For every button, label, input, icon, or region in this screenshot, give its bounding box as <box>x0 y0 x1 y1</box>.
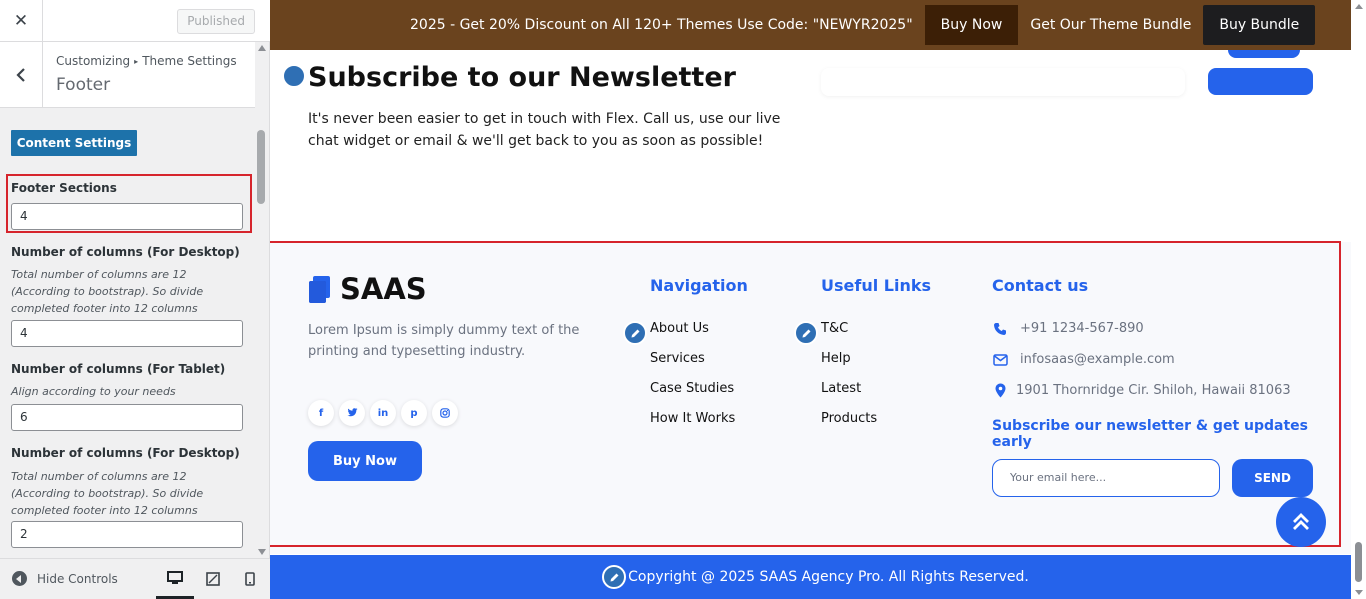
footer-buy-now-button[interactable]: Buy Now <box>308 441 422 481</box>
published-button[interactable]: Published <box>177 9 255 34</box>
contact-phone: +91 1234-567-890 <box>992 321 1144 336</box>
send-button[interactable]: SEND <box>1232 459 1313 497</box>
customizer-sidebar: ✕ Published Customizing ▸ Theme Settings F… <box>0 0 270 599</box>
hide-controls-label: Hide Controls <box>37 571 118 586</box>
field-description: Align according to your needs <box>11 385 176 398</box>
contact-address-text: 1901 Thornridge Cir. Shiloh, Hawaii 8106… <box>1016 383 1291 398</box>
field-label: Number of columns (For Desktop) <box>11 446 240 460</box>
instagram-icon[interactable] <box>432 400 458 426</box>
desktop-icon[interactable] <box>156 559 194 599</box>
tablet-icon[interactable] <box>194 559 232 599</box>
scroll-down-icon[interactable] <box>1355 590 1363 595</box>
scroll-up-icon[interactable] <box>258 45 266 51</box>
edit-pencil-icon[interactable] <box>602 565 627 589</box>
field-description: Total number of columns are 12 (Accordin… <box>11 268 204 315</box>
useful-link-help[interactable]: Help <box>821 351 851 366</box>
contact-address: 1901 Thornridge Cir. Shiloh, Hawaii 8106… <box>992 383 1291 398</box>
copyright-text: Copyright @ 2025 SAAS Agency Pro. All Ri… <box>628 569 1029 585</box>
desktop-columns-input[interactable]: 4 <box>11 320 243 347</box>
tablet-columns-input[interactable]: 6 <box>11 404 243 431</box>
facebook-icon[interactable]: f <box>308 400 334 426</box>
scroll-to-top-button[interactable] <box>1276 497 1326 547</box>
phone-icon <box>992 322 1008 336</box>
buy-bundle-button[interactable]: Buy Bundle <box>1203 5 1316 45</box>
contact-email: infosaas@example.com <box>992 352 1175 367</box>
footer-logo[interactable]: SAAS <box>308 272 427 306</box>
banner-buy-now-button[interactable]: Buy Now <box>924 5 1019 45</box>
copyright-bar: Copyright @ 2025 SAAS Agency Pro. All Ri… <box>270 555 1351 599</box>
twitter-icon[interactable] <box>339 400 365 426</box>
newsletter-title: Subscribe to our Newsletter <box>308 62 736 93</box>
field-label: Number of columns (For Desktop) <box>11 245 240 259</box>
double-chevron-up-icon <box>1293 513 1309 530</box>
scroll-down-icon[interactable] <box>258 549 266 555</box>
breadcrumb-item: Customizing <box>56 54 131 68</box>
field-label: Footer Sections <box>11 181 117 195</box>
scrollbar-thumb[interactable] <box>1355 542 1362 582</box>
edit-pencil-icon[interactable] <box>623 321 647 345</box>
back-button[interactable] <box>0 42 43 107</box>
footer-about-text: Lorem Ipsum is simply dummy text of the … <box>308 323 580 359</box>
preview-scrollbar[interactable] <box>1351 0 1366 599</box>
scroll-up-icon[interactable] <box>1355 4 1363 9</box>
nav-link-how-it-works[interactable]: How It Works <box>650 411 735 426</box>
edit-pencil-icon[interactable] <box>282 64 306 88</box>
section-header: Customizing ▸ Theme Settings Footer <box>0 42 255 108</box>
controls-panel: Content Settings Footer Sections 4 Numbe… <box>0 108 255 558</box>
breadcrumb-item: Theme Settings <box>142 54 237 68</box>
field-description: Total number of columns are 12 (Accordin… <box>11 470 204 517</box>
close-icon[interactable]: ✕ <box>0 0 43 42</box>
newsletter-text: It's never been easier to get in touch w… <box>308 111 781 149</box>
useful-link-tc[interactable]: T&C <box>821 321 848 336</box>
desktop-columns-input-2[interactable]: 2 <box>11 521 243 548</box>
breadcrumb: Customizing ▸ Theme Settings <box>56 54 237 68</box>
navigation-title: Navigation <box>650 276 748 295</box>
site-preview: Subscribe to our Newsletter It's never b… <box>270 0 1351 599</box>
contact-email-text: infosaas@example.com <box>1020 352 1175 367</box>
promo-banner: 2025 - Get 20% Discount on All 120+ Them… <box>270 0 1351 50</box>
social-links: f in p <box>308 400 463 426</box>
hide-controls-button[interactable]: Hide Controls <box>12 571 118 586</box>
section-title: Footer <box>56 75 111 95</box>
footer-sections-input[interactable]: 4 <box>11 203 243 230</box>
nav-link-services[interactable]: Services <box>650 351 705 366</box>
sidebar-top-bar: ✕ Published <box>0 0 270 42</box>
sidebar-scrollbar[interactable] <box>256 42 268 558</box>
newsletter-submit-button[interactable] <box>1208 68 1313 95</box>
useful-link-products[interactable]: Products <box>821 411 877 426</box>
sidebar-footer: Hide Controls <box>0 558 270 599</box>
logo-text: SAAS <box>340 272 427 306</box>
promo-text: 2025 - Get 20% Discount on All 120+ Them… <box>410 17 913 33</box>
collapse-icon <box>12 571 27 586</box>
scrollbar-thumb[interactable] <box>257 130 265 204</box>
nav-link-case-studies[interactable]: Case Studies <box>650 381 734 396</box>
newsletter-input[interactable] <box>821 68 1185 96</box>
mobile-icon[interactable] <box>231 559 269 599</box>
location-pin-icon <box>992 383 1008 398</box>
mail-icon <box>992 353 1008 366</box>
subscribe-text: Subscribe our newsletter & get updates e… <box>992 418 1308 450</box>
customizer-app: ✕ Published Customizing ▸ Theme Settings F… <box>0 0 1366 599</box>
linkedin-icon[interactable]: in <box>370 400 396 426</box>
pinterest-icon[interactable]: p <box>401 400 427 426</box>
content-settings-button[interactable]: Content Settings <box>11 130 137 156</box>
theme-bundle-link[interactable]: Get Our Theme Bundle <box>1030 17 1191 33</box>
chevron-left-icon <box>16 67 25 82</box>
breadcrumb-separator-icon: ▸ <box>134 57 139 66</box>
contact-phone-text: +91 1234-567-890 <box>1020 321 1144 336</box>
contact-title: Contact us <box>992 276 1089 295</box>
site-footer <box>270 242 1351 554</box>
logo-icon <box>309 276 330 303</box>
useful-link-latest[interactable]: Latest <box>821 381 861 396</box>
edit-pencil-icon[interactable] <box>794 321 818 345</box>
useful-links-title: Useful Links <box>821 276 932 295</box>
field-label: Number of columns (For Tablet) <box>11 362 226 376</box>
nav-link-about-us[interactable]: About Us <box>650 321 709 336</box>
email-input[interactable]: Your email here... <box>992 459 1220 497</box>
